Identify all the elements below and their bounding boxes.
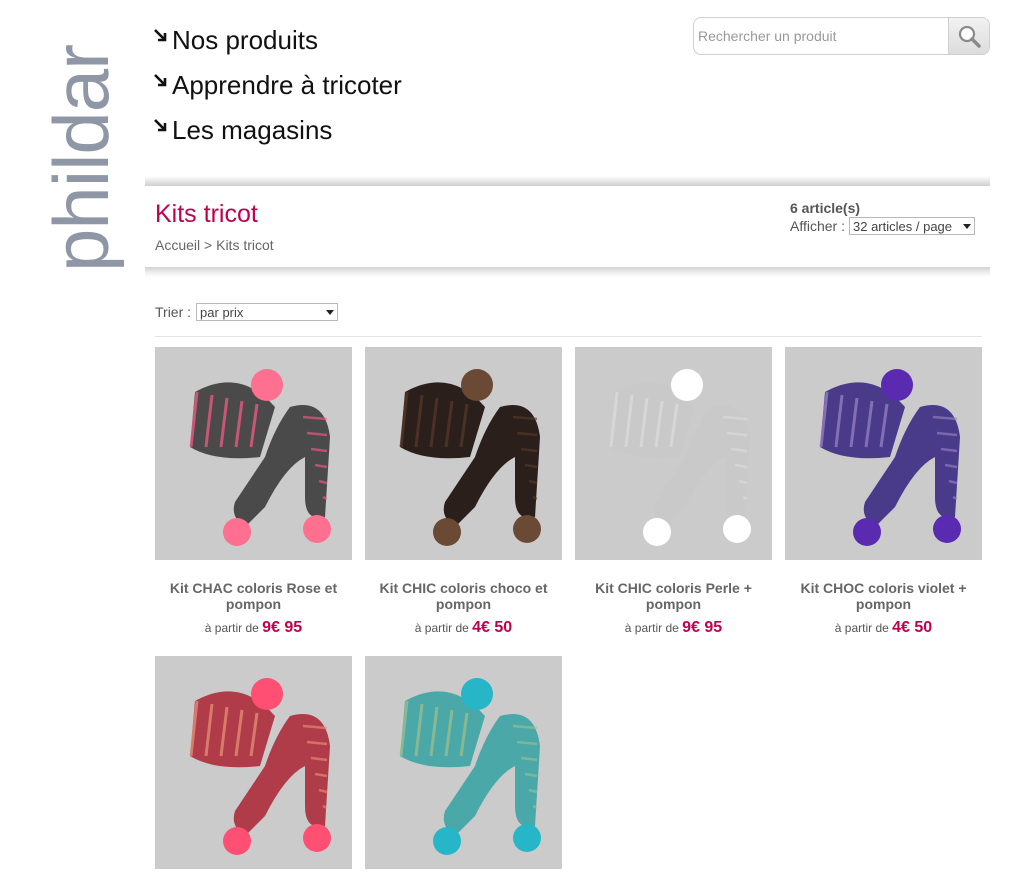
chevron-down-icon [326,309,335,315]
article-count: 6 article(s) [790,200,861,216]
product-price: à partir de 9€ 95 [575,619,772,637]
per-page-label: Afficher : [790,218,845,234]
chevron-down-icon [963,223,971,229]
search-icon [958,25,981,48]
sort-select[interactable]: par prix [196,303,339,321]
product-price: à partir de 9€ 95 [155,619,352,637]
header-divider-bottom [145,267,990,277]
search-input[interactable] [694,18,948,54]
breadcrumb-current: Kits tricot [216,237,274,253]
sort-control: Trier : par prix [155,303,339,321]
product-name[interactable]: Kit CHIC coloris Perle + pompon [575,580,772,612]
breadcrumb-home[interactable]: Accueil [155,237,200,253]
nav-item-label: Les magasins [172,115,333,145]
nav-item-label: Nos produits [172,25,318,55]
phildar-logo[interactable]: phildar [10,10,130,270]
product-image[interactable] [155,347,352,560]
nav-item-learn[interactable]: Apprendre à tricoter [153,63,402,108]
per-page-select[interactable]: 32 articles / page [849,217,975,235]
product-image[interactable] [575,347,772,560]
nav-item-stores[interactable]: Les magasins [153,108,402,153]
product-name[interactable]: Kit CHIC coloris choco et pompon [365,580,562,612]
product-image[interactable] [155,656,352,869]
price-value: 4€ 50 [472,619,513,636]
breadcrumb: Accueil > Kits tricot [155,237,274,253]
price-value: 9€ 95 [262,619,303,636]
per-page-control: Afficher : 32 articles / page [790,217,975,235]
page-title: Kits tricot [155,200,258,228]
search-box [693,17,990,55]
breadcrumb-separator: > [204,237,213,253]
per-page-value: 32 articles / page [853,218,953,234]
product-image[interactable] [365,347,562,560]
product-card[interactable]: Kit CHIC coloris choco et pompon à parti… [365,347,562,637]
price-prefix: à partir de [624,621,679,635]
header-divider-top [145,176,990,186]
product-price: à partir de 4€ 50 [365,619,562,637]
product-card[interactable]: Kit CHAC coloris Rose et pompon à partir… [155,347,352,637]
product-name[interactable]: Kit CHOC coloris violet + pompon [785,580,982,612]
logo-text: phildar [37,45,125,270]
nav-item-products[interactable]: Nos produits [153,18,402,63]
product-image[interactable] [785,347,982,560]
sort-value: par prix [200,304,244,320]
arrow-down-right-icon [154,28,167,41]
price-prefix: à partir de [204,621,259,635]
arrow-down-right-icon [154,118,167,131]
search-button[interactable] [948,18,989,54]
product-card[interactable] [365,656,562,889]
product-name[interactable]: Kit CHAC coloris Rose et pompon [155,580,352,612]
main-nav: Nos produits Apprendre à tricoter Les ma… [153,18,402,153]
price-prefix: à partir de [414,621,469,635]
arrow-down-right-icon [154,73,167,86]
price-value: 9€ 95 [682,619,723,636]
list-divider [155,336,982,337]
price-prefix: à partir de [834,621,889,635]
product-image[interactable] [365,656,562,869]
price-value: 4€ 50 [892,619,933,636]
product-card[interactable] [155,656,352,889]
product-card[interactable]: Kit CHIC coloris Perle + pompon à partir… [575,347,772,637]
product-price: à partir de 4€ 50 [785,619,982,637]
nav-item-label: Apprendre à tricoter [172,70,402,100]
sort-label: Trier : [155,304,192,320]
product-card[interactable]: Kit CHOC coloris violet + pompon à parti… [785,347,982,637]
